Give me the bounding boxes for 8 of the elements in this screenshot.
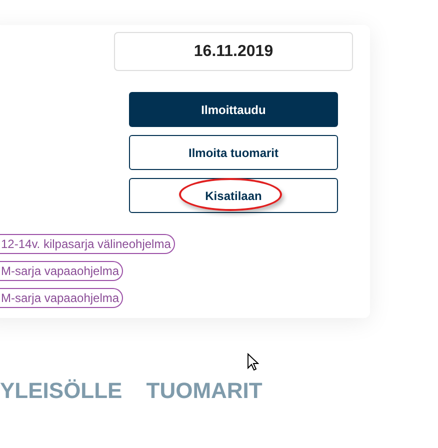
cursor-icon xyxy=(247,353,259,372)
action-button[interactable]: Kisatilaan xyxy=(129,178,338,213)
date-text: 16.11.2019 xyxy=(194,42,274,62)
category-tag: M-sarja vapaaohjelma xyxy=(0,261,124,281)
action-button[interactable]: Ilmoita tuomarit xyxy=(129,135,338,170)
action-button[interactable]: Ilmoittaudu xyxy=(129,92,338,127)
category-tag: M-sarja vapaaohjelma xyxy=(0,288,124,308)
category-tag: 12-14v. kilpasarja välineohjelma xyxy=(0,234,175,254)
